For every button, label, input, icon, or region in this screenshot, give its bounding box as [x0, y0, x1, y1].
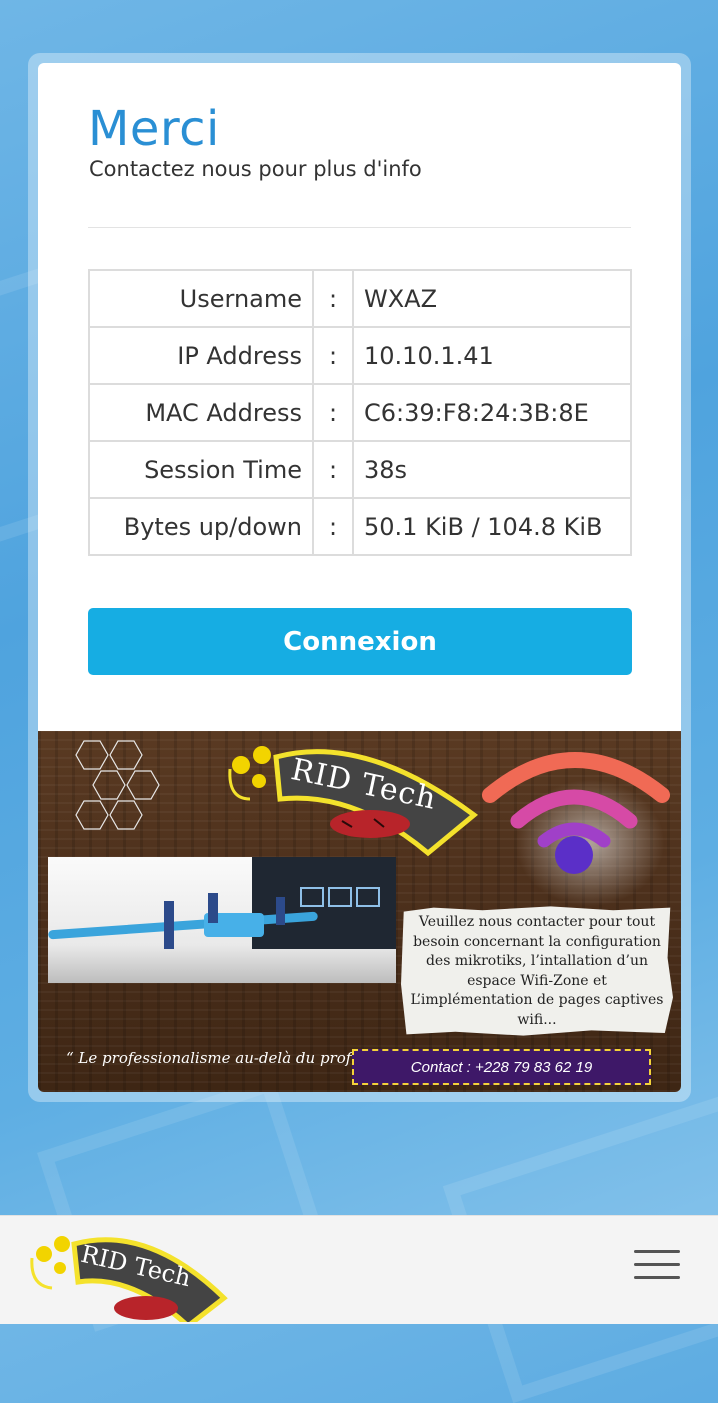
contact-info: Contact : +228 79 83 62 19 [352, 1049, 651, 1085]
worker-figure [208, 893, 218, 923]
separator: : [312, 440, 354, 499]
router-port [356, 887, 380, 907]
mac-address-value: C6:39:F8:24:3B:8E [352, 383, 632, 442]
router-port [328, 887, 352, 907]
separator: : [312, 326, 354, 385]
notice-line: Veuillez nous contacter pour tout [418, 914, 656, 930]
ip-address-value: 10.10.1.41 [352, 326, 632, 385]
network-photo [48, 857, 396, 983]
notice-line: wifi... [517, 1011, 557, 1028]
hexagon-pattern-icon [75, 740, 160, 830]
menu-bar [634, 1250, 680, 1253]
status-card: Merci Contactez nous pour plus d'info Us… [38, 63, 681, 1092]
divider [88, 227, 631, 228]
worker-figure [276, 897, 285, 925]
table-row: MAC Address : C6:39:F8:24:3B:8E [88, 383, 632, 442]
notice-line: L’implémentation de pages captives [410, 992, 664, 1008]
service-notice: Veuillez nous contacter pour tout besoin… [401, 906, 673, 1036]
separator: : [312, 497, 354, 556]
table-row: Session Time : 38s [88, 440, 632, 499]
notice-line: espace Wifi-Zone et [467, 972, 607, 989]
wifi-icon [482, 752, 670, 874]
session-time-label: Session Time [88, 440, 314, 499]
slogan-text: “ Le professionalisme au-delà du profit … [66, 1049, 375, 1067]
table-row: IP Address : 10.10.1.41 [88, 326, 632, 385]
notice-line: des mikrotiks, l’intallation d’un [425, 953, 649, 969]
connexion-button[interactable]: Connexion [88, 608, 632, 675]
page-title: Merci [88, 101, 220, 157]
bytes-value: 50.1 KiB / 104.8 KiB [352, 497, 632, 556]
router-port [300, 887, 324, 907]
ip-address-label: IP Address [88, 326, 314, 385]
bytes-label: Bytes up/down [88, 497, 314, 556]
promo-banner: RID Tech Veuillez nous contacter pour to… [38, 731, 681, 1092]
status-card-frame: Merci Contactez nous pour plus d'info Us… [28, 53, 691, 1102]
menu-bar [634, 1276, 680, 1279]
table-row: Bytes up/down : 50.1 KiB / 104.8 KiB [88, 497, 632, 556]
menu-bar [634, 1263, 680, 1266]
username-label: Username [88, 269, 314, 328]
hamburger-menu-icon[interactable] [634, 1250, 680, 1286]
table-row: Username : WXAZ [88, 269, 632, 328]
page-subtitle: Contactez nous pour plus d'info [89, 157, 422, 181]
session-time-value: 38s [352, 440, 632, 499]
footer-nav: RID Tech [0, 1215, 718, 1324]
notice-line: besoin concernant la configuration [413, 933, 661, 950]
session-info-table: Username : WXAZ IP Address : 10.10.1.41 … [88, 269, 632, 556]
separator: : [312, 269, 354, 328]
mac-address-label: MAC Address [88, 383, 314, 442]
separator: : [312, 383, 354, 442]
worker-figure [164, 901, 174, 949]
username-value: WXAZ [352, 269, 632, 328]
